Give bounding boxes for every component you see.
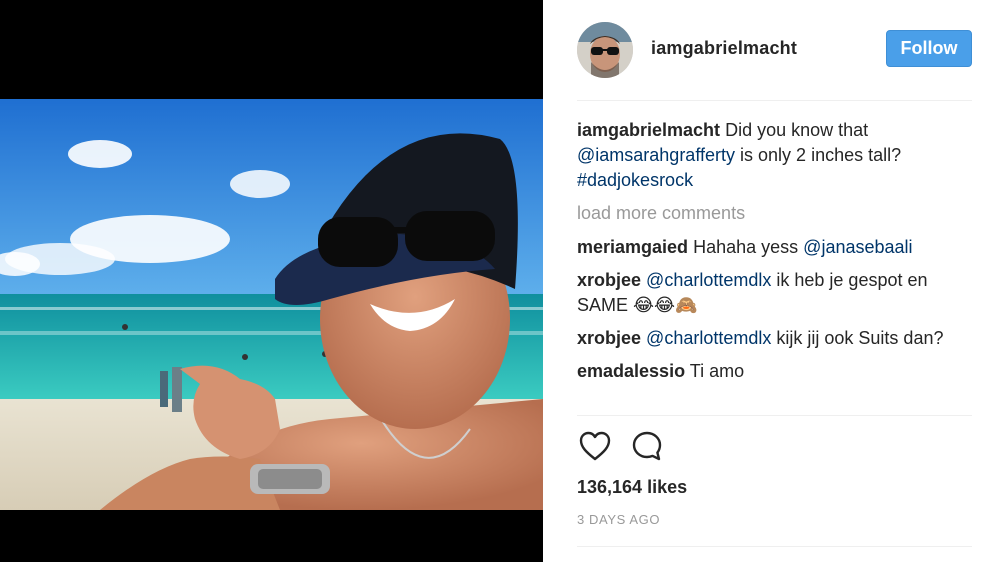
like-button[interactable] [577, 428, 613, 464]
load-more-comments-link[interactable]: load more comments [577, 201, 972, 226]
heart-icon [579, 431, 611, 461]
post-caption: iamgabrielmacht Did you know that @iamsa… [577, 118, 972, 193]
caption-username[interactable]: iamgabrielmacht [577, 120, 720, 140]
comment-item: xrobjee @charlottemdlx ik heb je gespot … [577, 268, 972, 318]
post-actions [577, 428, 665, 464]
comment-username[interactable]: emadalessio [577, 361, 685, 381]
post-details-panel: iamgabrielmacht Follow iamgabrielmacht D… [543, 0, 1000, 562]
comment-text: Ti amo [689, 361, 745, 381]
likes-count[interactable]: 136,164 likes [577, 477, 687, 498]
caption-mention[interactable]: @iamsarahgrafferty [577, 145, 735, 165]
comment-mention[interactable]: @janasebaali [803, 237, 912, 257]
author-username[interactable]: iamgabrielmacht [651, 38, 797, 59]
beach-selfie-image [0, 99, 543, 510]
comments-list: iamgabrielmacht Did you know that @iamsa… [577, 118, 972, 392]
comment-bubble-icon [632, 431, 662, 461]
caption-text: Did you know that [725, 120, 869, 140]
bottom-divider [577, 546, 972, 547]
comment-username[interactable]: meriamgaied [577, 237, 688, 257]
actions-divider [577, 415, 972, 416]
comment-username[interactable]: xrobjee [577, 270, 641, 290]
comment-item: emadalessio Ti amo [577, 359, 972, 384]
comment-text: Hahaha yess [693, 237, 799, 257]
comment-button[interactable] [629, 428, 665, 464]
post-photo[interactable] [0, 99, 543, 510]
comment-text: kijk jij ook Suits dan? [776, 328, 944, 348]
comment-mention[interactable]: @charlottemdlx [646, 328, 771, 348]
caption-hashtag[interactable]: #dadjokesrock [577, 170, 693, 190]
comment-item: meriamgaied Hahaha yess @janasebaali [577, 235, 972, 260]
comment-username[interactable]: xrobjee [577, 328, 641, 348]
follow-button[interactable]: Follow [886, 30, 972, 67]
post-header: iamgabrielmacht Follow [577, 0, 972, 101]
post-media [0, 0, 543, 562]
caption-text-continued: is only 2 inches tall? [740, 145, 902, 165]
comment-mention[interactable]: @charlottemdlx [646, 270, 771, 290]
author-avatar[interactable] [577, 22, 633, 78]
comment-item: xrobjee @charlottemdlx kijk jij ook Suit… [577, 326, 972, 351]
avatar-image [577, 22, 633, 78]
post-timestamp[interactable]: 3 DAYS AGO [577, 512, 660, 527]
